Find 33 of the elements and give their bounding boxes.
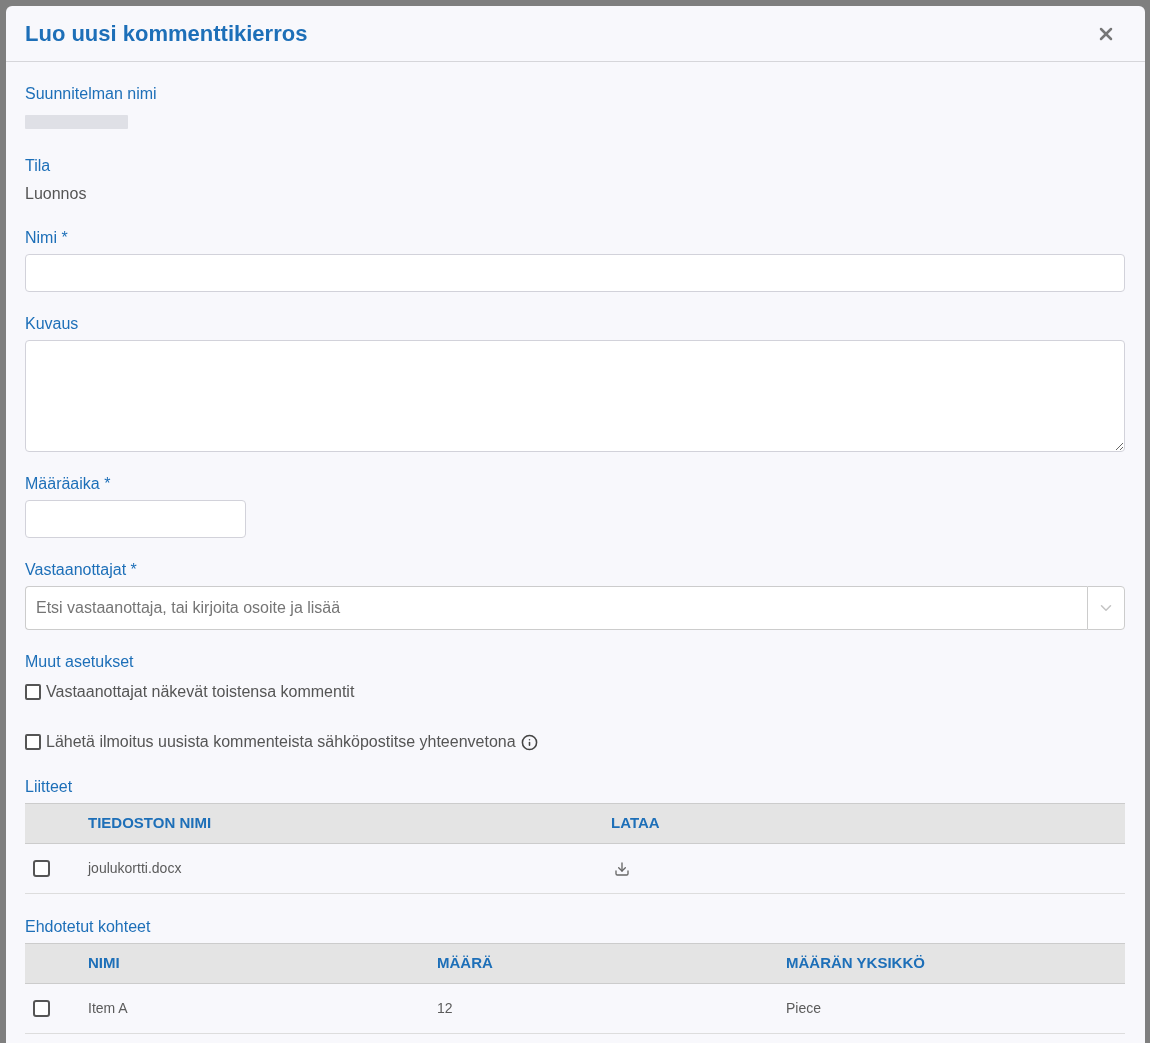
column-header: MÄÄRÄN YKSIKKÖ xyxy=(785,953,926,974)
field-label: Kuvaus xyxy=(25,314,80,334)
table-cell-text: Piece xyxy=(785,999,823,1018)
column-header: MÄÄRÄ xyxy=(436,953,494,974)
field-label: Määräaika * xyxy=(25,474,112,494)
column-header: NIMI xyxy=(87,953,121,974)
field-label: Tila xyxy=(25,156,52,176)
field-label: Nimi * xyxy=(25,228,69,248)
checkbox[interactable] xyxy=(25,684,41,700)
download-icon[interactable] xyxy=(614,860,630,877)
description-field[interactable] xyxy=(25,340,1125,452)
dropdown-toggle[interactable] xyxy=(1087,586,1125,630)
table-cell-text: joulukortti.docx xyxy=(87,859,183,878)
field-label: Liitteet xyxy=(25,777,74,797)
recipient-search-field[interactable]: Etsi vastaanottaja, tai kirjoita osoite ja lisää xyxy=(25,586,1087,630)
column-header: LATAA xyxy=(610,813,661,834)
table-cell-text: 12 xyxy=(436,999,454,1018)
info-icon[interactable] xyxy=(520,733,538,751)
checkbox-label[interactable]: Lähetä ilmoitus uusista kommenteista sähköpostitse yhteenvetona xyxy=(46,730,516,754)
field-label: Vastaanottajat * xyxy=(25,560,138,580)
dialog-title: Luo uusi kommenttikierros xyxy=(25,19,308,48)
column-header: TIEDOSTON NIMI xyxy=(87,813,213,834)
field-label: Ehdotetut kohteet xyxy=(25,917,152,937)
checkbox[interactable] xyxy=(25,734,41,750)
checkbox-label[interactable]: Vastaanottajat näkevät toistensa kommentit xyxy=(46,680,355,704)
date-field[interactable] xyxy=(25,500,246,538)
status-value: Luonnos xyxy=(25,184,88,204)
row-checkbox[interactable] xyxy=(33,860,50,877)
field-label: Muut asetukset xyxy=(25,652,135,672)
row-checkbox[interactable] xyxy=(33,1000,50,1017)
table-cell-text: Item A xyxy=(87,999,129,1018)
field-label: Suunnitelman nimi xyxy=(25,84,158,104)
text-field[interactable] xyxy=(25,254,1125,292)
